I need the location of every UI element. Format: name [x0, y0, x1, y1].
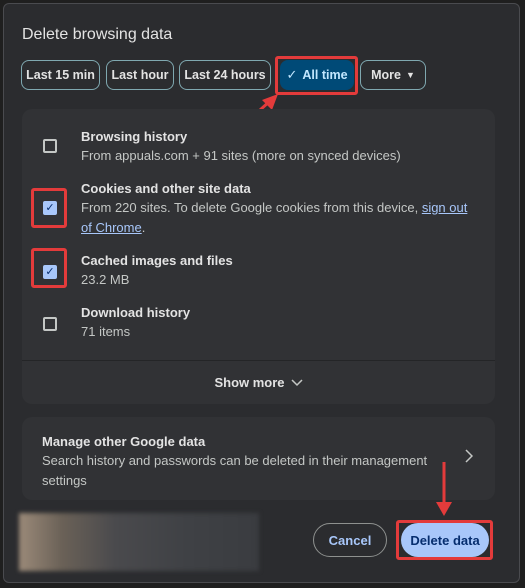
row-title: Download history	[81, 305, 191, 320]
time-range-more[interactable]: More ▼	[360, 60, 426, 90]
check-icon: ✓	[286, 67, 298, 82]
show-more-button[interactable]: Show more	[22, 360, 495, 404]
row-title: Browsing history	[81, 129, 188, 144]
manage-title: Manage other Google data	[42, 434, 206, 449]
dialog-title: Delete browsing data	[22, 26, 173, 43]
cookies-checkbox[interactable]: ✓	[43, 201, 57, 215]
time-range-all-time[interactable]: ✓ All time	[280, 60, 354, 90]
chip-label: More	[371, 68, 401, 82]
cached-images-checkbox[interactable]: ✓	[43, 265, 57, 279]
row-subtitle: From 220 sites. To delete Google cookies…	[81, 198, 481, 238]
check-icon: ✓	[45, 266, 55, 278]
time-range-last-24-hours[interactable]: Last 24 hours	[179, 60, 271, 90]
delete-browsing-data-dialog: Delete browsing data Last 15 min Last ho…	[3, 3, 520, 583]
data-type-browsing-history[interactable]: Browsing history From appuals.com + 91 s…	[22, 109, 495, 163]
chip-label: All time	[302, 68, 348, 82]
data-types-card: Browsing history From appuals.com + 91 s…	[22, 109, 495, 361]
chip-label: Last 15 min	[26, 68, 95, 82]
chip-label: Last 24 hours	[184, 68, 266, 82]
show-more-label: Show more	[214, 375, 285, 390]
subtitle-prefix: From 220 sites. To delete Google cookies…	[81, 200, 422, 215]
row-subtitle: 71 items	[81, 324, 131, 339]
subtitle-suffix: .	[141, 220, 146, 235]
delete-label: Delete data	[410, 532, 480, 548]
browsing-history-checkbox[interactable]	[43, 139, 57, 153]
check-icon: ✓	[45, 202, 55, 214]
chevron-down-icon	[291, 378, 303, 386]
data-type-cookies[interactable]: ✓ Cookies and other site data From 220 s…	[22, 171, 495, 235]
row-title: Cached images and files	[81, 253, 233, 268]
row-title: Cookies and other site data	[81, 181, 251, 196]
annotation-arrow-down-icon	[436, 462, 452, 516]
download-history-checkbox[interactable]	[43, 317, 57, 331]
data-type-download-history[interactable]: Download history 71 items	[22, 301, 495, 353]
blurred-profile-area	[19, 513, 259, 571]
delete-data-button[interactable]: Delete data	[401, 523, 489, 557]
manage-google-data-row[interactable]: Manage other Google data Search history …	[22, 417, 495, 500]
time-range-last-15-min[interactable]: Last 15 min	[21, 60, 100, 90]
row-subtitle: 23.2 MB	[81, 272, 130, 287]
chip-label: Last hour	[111, 68, 169, 82]
chevron-right-icon	[465, 449, 473, 463]
row-subtitle: From appuals.com + 91 sites (more on syn…	[81, 148, 401, 163]
data-type-cached-images[interactable]: ✓ Cached images and files 23.2 MB	[22, 249, 495, 301]
cancel-label: Cancel	[328, 532, 372, 548]
cancel-button[interactable]: Cancel	[313, 523, 387, 557]
caret-down-icon: ▼	[405, 70, 415, 80]
manage-subtitle: Search history and passwords can be dele…	[42, 453, 428, 488]
time-range-last-hour[interactable]: Last hour	[106, 60, 174, 90]
